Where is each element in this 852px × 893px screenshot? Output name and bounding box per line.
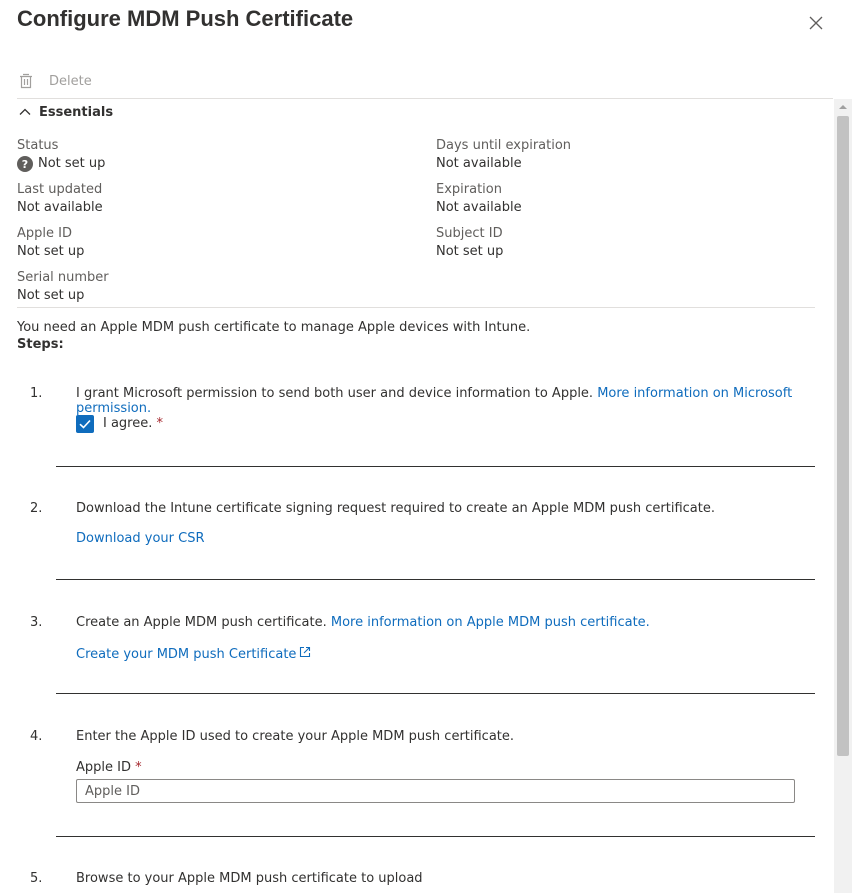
scroll-up-arrow-icon[interactable] <box>837 101 849 113</box>
subject-id-label: Subject ID <box>436 226 503 241</box>
step-3-text-row: Create an Apple MDM push certificate. Mo… <box>76 615 650 630</box>
serial-number-item: Serial number Not set up <box>17 269 109 305</box>
vertical-scrollbar[interactable] <box>834 99 852 893</box>
agree-label-row: I agree. * <box>103 415 163 433</box>
download-csr-link[interactable]: Download your CSR <box>76 531 204 546</box>
agree-checkbox[interactable] <box>76 415 94 433</box>
step-2-number: 2. <box>30 501 43 516</box>
step-4-divider <box>56 836 815 837</box>
step-5-number: 5. <box>30 871 43 886</box>
close-icon[interactable] <box>806 13 826 33</box>
question-circle-icon: ? <box>17 156 33 172</box>
step-4-number: 4. <box>30 729 43 744</box>
step-4-text: Enter the Apple ID used to create your A… <box>76 729 515 744</box>
subject-id-value: Not set up <box>436 244 504 259</box>
serial-number-label: Serial number <box>17 270 109 285</box>
step-5-text: Browse to your Apple MDM push certificat… <box>76 871 423 886</box>
expiration-value: Not available <box>436 200 522 215</box>
agree-required-marker: * <box>156 416 164 431</box>
expiration-item: Expiration Not available <box>436 181 522 217</box>
step-2-text: Download the Intune certificate signing … <box>76 501 715 516</box>
agree-label: I agree. <box>103 416 153 431</box>
trash-icon[interactable] <box>17 72 35 90</box>
last-updated-label: Last updated <box>17 182 103 197</box>
apple-id-value: Not set up <box>17 244 85 259</box>
last-updated-value: Not available <box>17 200 103 215</box>
toolbar-divider <box>17 98 833 99</box>
scrollbar-thumb[interactable] <box>837 116 849 756</box>
status-value: Not set up <box>38 156 106 171</box>
expiration-label: Expiration <box>436 182 502 197</box>
step-3-divider <box>56 693 815 694</box>
subject-id-item: Subject ID Not set up <box>436 225 503 261</box>
essentials-label: Essentials <box>39 104 114 120</box>
step-1-number: 1. <box>30 386 43 401</box>
apple-id-input[interactable] <box>76 779 795 803</box>
apple-id-item: Apple ID Not set up <box>17 225 84 261</box>
create-mdm-certificate-link[interactable]: Create your MDM push Certificate <box>76 647 296 662</box>
status-value-row: ? Not set up <box>17 155 105 173</box>
page-title: Configure MDM Push Certificate <box>17 6 354 31</box>
intro: You need an Apple MDM push certificate t… <box>17 319 530 353</box>
days-until-expiration-label: Days until expiration <box>436 138 572 153</box>
chevron-up-icon <box>19 108 31 115</box>
apple-id-label: Apple ID <box>17 226 72 241</box>
toolbar: Delete <box>17 69 92 93</box>
days-until-expiration-item: Days until expiration Not available <box>436 137 571 173</box>
last-updated-item: Last updated Not available <box>17 181 103 217</box>
days-until-expiration-value: Not available <box>436 156 522 171</box>
step-3-text: Create an Apple MDM push certificate. <box>76 615 327 630</box>
step-2-divider <box>56 579 815 580</box>
step-1-divider <box>56 466 815 467</box>
status-item: Status ? Not set up <box>17 137 105 173</box>
svg-text:?: ? <box>22 158 28 171</box>
essentials-toggle[interactable]: Essentials <box>17 104 113 120</box>
status-label: Status <box>17 138 59 153</box>
steps-heading: Steps: <box>17 337 64 352</box>
step-1-text-row: I grant Microsoft permission to send bot… <box>76 386 852 416</box>
checkmark-icon <box>79 419 91 429</box>
apple-id-field-label: Apple ID <box>76 760 131 775</box>
intro-text: You need an Apple MDM push certificate t… <box>17 320 531 335</box>
step-1-text: I grant Microsoft permission to send bot… <box>76 386 594 401</box>
apple-mdm-info-link[interactable]: More information on Apple MDM push certi… <box>331 615 650 630</box>
essentials-divider <box>17 307 815 308</box>
create-certificate-row: Create your MDM push Certificate <box>76 645 312 662</box>
delete-button[interactable]: Delete <box>49 74 92 89</box>
serial-number-value: Not set up <box>17 288 85 303</box>
step-3-number: 3. <box>30 615 43 630</box>
external-link-icon[interactable] <box>298 645 312 659</box>
apple-id-field-label-row: Apple ID * <box>76 759 142 777</box>
apple-id-required-marker: * <box>135 760 142 775</box>
